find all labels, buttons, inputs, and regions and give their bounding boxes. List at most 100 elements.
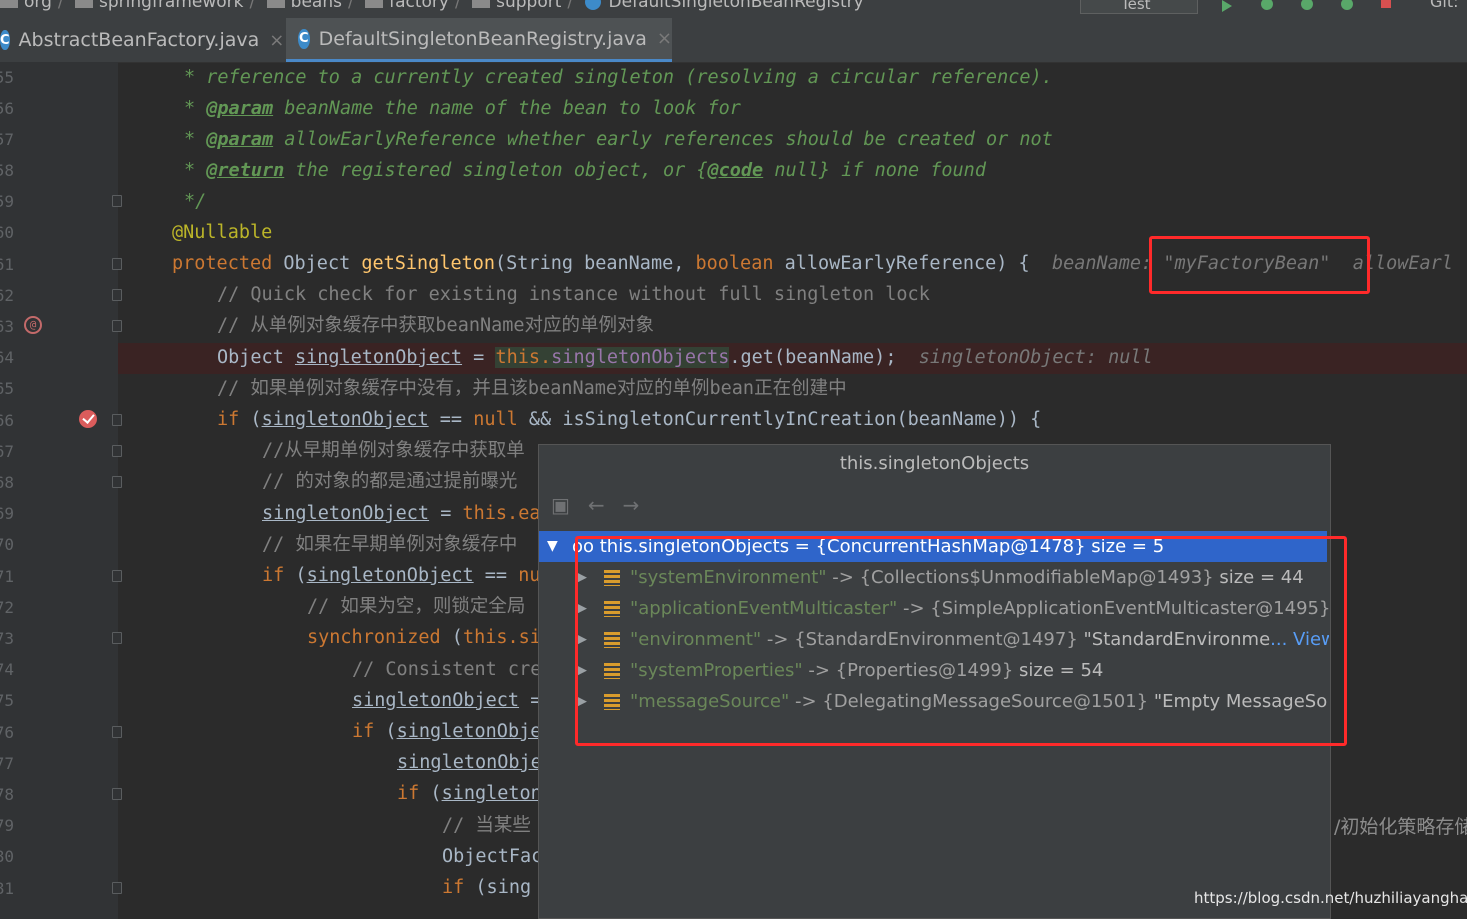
code-line: if (singletonObje [352, 721, 542, 742]
tab-abstract-bean-factory[interactable]: C AbstractBeanFactory.java × [0, 18, 284, 62]
line-number: 69 [0, 504, 14, 523]
line-number: 70 [0, 535, 14, 554]
forward-arrow-icon[interactable]: → [623, 493, 640, 517]
tab-label: DefaultSingletonBeanRegistry.java [318, 27, 647, 50]
close-icon[interactable]: × [657, 28, 672, 49]
code-line: */ [184, 191, 207, 212]
coverage-icon[interactable] [1298, 0, 1316, 12]
line-number: 68 [0, 473, 14, 492]
editor-gutter[interactable]: 55 56 57 58 59 60 61 62 63 64 65 66 67 6… [0, 62, 122, 919]
line-number: 77 [0, 754, 14, 773]
fold-marker[interactable] [112, 289, 122, 301]
line-number: 56 [0, 99, 14, 118]
code-line: * @return the registered singleton objec… [184, 160, 986, 181]
folder-icon [472, 0, 491, 8]
run-config-select[interactable]: Test [1080, 0, 1198, 14]
breadcrumb-item[interactable]: springframework [99, 0, 243, 12]
code-line: // 的对象的都是通过提前曝光 [262, 471, 518, 492]
code-line: singletonObject = [352, 690, 542, 711]
code-line: if (singletonObject == null && isSinglet… [217, 409, 1042, 430]
fold-marker[interactable] [112, 726, 122, 738]
line-number: 75 [0, 691, 14, 710]
fold-marker[interactable] [112, 882, 122, 894]
popup-toolbar: ▣ ← → [551, 493, 657, 517]
code-line: // 如果单例对象缓存中没有，并且该beanName对应的单例bean正在创建中 [217, 378, 847, 399]
class-icon [584, 0, 601, 10]
fold-marker[interactable] [112, 320, 122, 332]
line-number: 65 [0, 379, 14, 398]
inline-debug-value: singletonObject: null [918, 347, 1153, 368]
code-line: Object singletonObject = this.singletonO… [217, 347, 1153, 368]
breadcrumb-item[interactable]: org [24, 0, 52, 12]
line-number: 72 [0, 598, 14, 617]
code-line: if (singletonObject == nu [262, 565, 541, 586]
code-line: // 如果在早期单例对象缓存中 [262, 534, 518, 555]
expand-arrow-icon[interactable]: ▼ [547, 531, 558, 562]
line-number: 61 [0, 255, 14, 274]
fold-marker[interactable] [112, 632, 122, 644]
line-number: 74 [0, 660, 14, 679]
override-marker-icon[interactable]: @ [24, 316, 42, 334]
code-line: // 如果为空，则锁定全局 [307, 596, 526, 617]
fold-marker[interactable] [112, 258, 122, 270]
navigate-icon[interactable]: ▣ [551, 493, 570, 517]
code-line: // Consistent cre [352, 659, 542, 680]
back-arrow-icon[interactable]: ← [588, 493, 605, 517]
code-line: * @param beanName the name of the bean t… [184, 98, 741, 119]
inline-debug-hint: beanName: [1051, 253, 1153, 274]
code-line: // Quick check for existing instance wit… [217, 284, 930, 305]
fold-marker[interactable] [112, 570, 122, 582]
annotation-box [1149, 236, 1370, 294]
breadcrumb-item[interactable]: beans [291, 0, 342, 12]
close-icon[interactable]: × [269, 30, 284, 51]
tab-label: AbstractBeanFactory.java [18, 29, 260, 51]
class-icon: C [0, 30, 10, 50]
line-number: 58 [0, 161, 14, 180]
navigation-bar: org / springframework / beans / factory / su… [0, 0, 1467, 18]
stop-icon[interactable] [1378, 0, 1396, 12]
line-number: 64 [0, 348, 14, 367]
popup-title: this.singletonObjects [839, 453, 1030, 474]
debug-icon[interactable] [1258, 0, 1276, 12]
folder-icon [365, 0, 384, 8]
line-number: 76 [0, 723, 14, 742]
line-number: 79 [0, 816, 14, 835]
breadcrumb-item[interactable]: support [496, 0, 561, 12]
code-line: //从早期单例对象缓存中获取单 [262, 440, 525, 461]
profile-icon[interactable] [1338, 0, 1356, 12]
line-number: 81 [0, 879, 14, 898]
line-number: 73 [0, 629, 14, 648]
fold-marker[interactable] [112, 195, 122, 207]
line-number: 57 [0, 130, 14, 149]
code-line: * reference to a currently created singl… [184, 67, 1053, 88]
folder-icon [266, 0, 285, 8]
breadcrumb-item[interactable]: factory [389, 0, 449, 12]
run-icon[interactable] [1218, 0, 1236, 12]
line-number: 80 [0, 847, 14, 866]
editor-tabs: C AbstractBeanFactory.java × C DefaultSi… [0, 18, 1467, 63]
tab-default-singleton-bean-registry[interactable]: C DefaultSingletonBeanRegistry.java × [286, 18, 672, 62]
code-line: // 从单例对象缓存中获取beanName对应的单例对象 [217, 315, 655, 336]
line-number: 62 [0, 286, 14, 305]
code-line: singletonObject = this.ea [262, 503, 541, 524]
line-number: 71 [0, 567, 14, 586]
fold-marker[interactable] [112, 445, 122, 457]
breakpoint-icon[interactable] [79, 410, 97, 428]
code-comment-fragment: /初始化策略存储 [1334, 816, 1467, 838]
fold-marker[interactable] [112, 476, 122, 488]
line-number: 59 [0, 192, 14, 211]
breadcrumb-item[interactable]: DefaultSingletonBeanRegistry [609, 0, 864, 12]
folder-icon [75, 0, 94, 8]
fold-marker[interactable] [112, 414, 122, 426]
line-number: 66 [0, 411, 14, 430]
line-number: 63 [0, 317, 14, 336]
line-number: 60 [0, 223, 14, 242]
code-line: singletonObje [397, 752, 542, 773]
line-number: 78 [0, 785, 14, 804]
watermark: https://blog.csdn.net/huzhiliayanghao [1194, 889, 1467, 907]
vcs-label[interactable]: Git: [1430, 0, 1459, 11]
fold-marker[interactable] [112, 788, 122, 800]
code-line: if (singleton [397, 783, 542, 804]
class-icon: C [298, 28, 310, 49]
code-line: synchronized (this.si [307, 627, 541, 648]
